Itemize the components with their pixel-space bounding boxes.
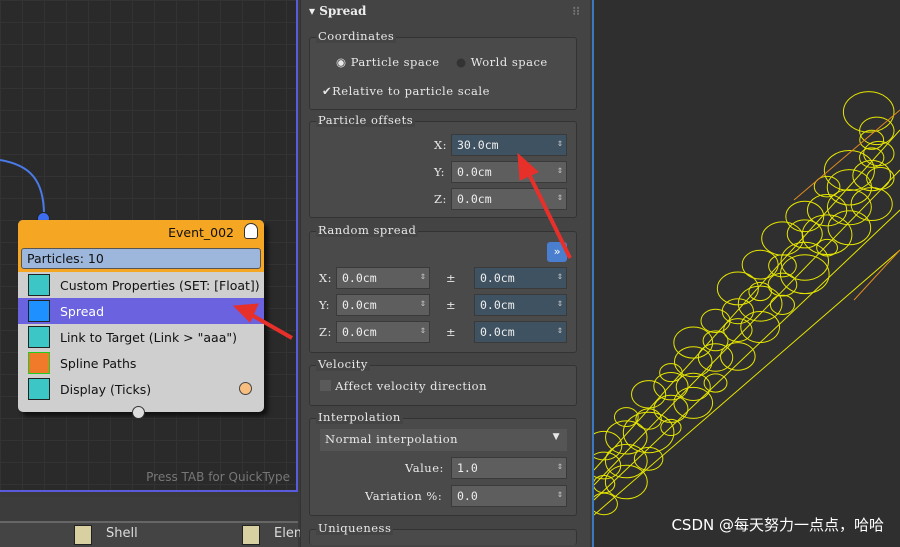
spline-loop <box>716 271 759 306</box>
display-icon <box>28 378 50 400</box>
spline-loop <box>673 326 714 359</box>
operator-label: Custom Properties (SET: [Float]) <box>60 277 260 293</box>
z-label: Z: <box>434 192 447 206</box>
spline-path <box>594 209 900 501</box>
spline-loop <box>604 464 648 500</box>
spline-loop <box>673 386 714 419</box>
spline-loop <box>761 221 804 256</box>
group-label: Random spread <box>316 223 419 237</box>
spline-path <box>594 169 900 486</box>
element-icon <box>242 525 260 545</box>
bottom-port[interactable] <box>132 406 145 419</box>
particle-spline-wireframe <box>594 91 900 516</box>
event-title: Event_002 <box>168 225 234 240</box>
random-spread-group: Random spread » X: 0.0cm ± 0.0cm Y: 0.0c… <box>309 223 577 353</box>
random-y-range-spinner[interactable]: 0.0cm <box>474 294 567 316</box>
operator-link-to-target[interactable]: Link to Target (Link > "aaa") <box>18 324 264 350</box>
radio-particle-space[interactable]: ◉ Particle space <box>336 55 440 69</box>
spline-loop <box>703 373 728 393</box>
checkbox-relative-scale[interactable]: ✔Relative to particle scale <box>322 84 490 98</box>
spline-loop <box>740 310 781 344</box>
operator-label: Spline Paths <box>60 355 137 371</box>
viewport[interactable]: CSDN @每天努力一点点，哈哈 <box>592 0 900 547</box>
rollout-spread[interactable]: ▾ Spread ⁝⁝ <box>309 4 580 18</box>
z-label: Z: <box>319 325 332 339</box>
properties-panel: ▾ Spread ⁝⁝ Coordinates ◉ Particle space … <box>300 0 590 547</box>
interpolation-dropdown[interactable]: Normal interpolation ▼ <box>320 429 567 451</box>
event-node[interactable]: Event_002 Particles: 10 Custom Propertie… <box>18 220 264 412</box>
x-label: X: <box>434 138 448 152</box>
group-label: Coordinates <box>316 29 397 43</box>
spline-loop <box>720 342 756 371</box>
checkbox-affect-velocity[interactable]: Affect velocity direction <box>320 379 487 393</box>
value-label: Value: <box>405 461 444 475</box>
spline-loop <box>741 249 779 280</box>
random-x-spinner[interactable]: 0.0cm <box>336 267 430 289</box>
uniqueness-group: Uniqueness <box>309 521 577 545</box>
plus-minus-label: ± <box>446 298 457 312</box>
operator-custom-properties[interactable]: Custom Properties (SET: [Float]) <box>18 272 264 298</box>
particle-flow-graph[interactable]: Event_002 Particles: 10 Custom Propertie… <box>0 0 298 492</box>
interpolation-group: Interpolation Normal interpolation ▼ Valu… <box>309 410 577 516</box>
custom-properties-icon <box>28 274 50 296</box>
lock-icon <box>28 326 50 348</box>
spline-loop <box>827 210 872 246</box>
output-port[interactable] <box>239 382 252 395</box>
value-spinner[interactable]: 1.0 <box>451 457 567 479</box>
variation-label: Variation %: <box>365 489 443 503</box>
offset-z-spinner[interactable]: 0.0cm <box>451 188 567 210</box>
spline-loop <box>842 91 895 133</box>
random-x-range-spinner[interactable]: 0.0cm <box>474 267 567 289</box>
particle-count: Particles: 10 <box>21 248 261 269</box>
quicktype-hint: Press TAB for QuickType <box>146 470 290 484</box>
y-label: Y: <box>319 298 331 312</box>
spline-icon <box>28 352 50 374</box>
random-z-range-spinner[interactable]: 0.0cm <box>474 321 567 343</box>
spline-loop <box>823 149 875 191</box>
group-label: Velocity <box>316 357 370 371</box>
rollout-title: Spread <box>319 4 367 18</box>
spline-loop <box>653 394 689 423</box>
offset-y-spinner[interactable]: 0.0cm <box>451 161 567 183</box>
shell-icon <box>74 525 92 545</box>
spline-loop <box>806 193 848 227</box>
group-label: Particle offsets <box>316 113 416 127</box>
particle-offsets-group: Particle offsets X: 30.0cm Y: 0.0cm Z: 0… <box>309 113 577 218</box>
operator-display[interactable]: Display (Ticks) <box>18 376 264 402</box>
plus-minus-label: ± <box>446 325 457 339</box>
shell-item[interactable]: Shell <box>106 526 138 541</box>
coordinates-group: Coordinates ◉ Particle space ● World spa… <box>309 29 577 110</box>
plus-minus-label: ± <box>446 271 457 285</box>
watermark: CSDN @每天努力一点点，哈哈 <box>671 516 884 534</box>
random-y-spinner[interactable]: 0.0cm <box>336 294 430 316</box>
offset-x-spinner[interactable]: 30.0cm <box>451 134 567 156</box>
radio-world-space[interactable]: ● World space <box>456 55 548 69</box>
spline-loop <box>723 318 753 342</box>
spline-loop <box>801 214 853 256</box>
spline-loop <box>826 169 873 206</box>
spline-loop <box>622 411 675 454</box>
variation-spinner[interactable]: 0.0 <box>451 485 567 507</box>
spline-loop <box>673 346 713 378</box>
spread-icon <box>28 300 50 322</box>
x-label: X: <box>319 271 333 285</box>
operator-spread[interactable]: Spread <box>18 298 264 324</box>
velocity-group: Velocity Affect velocity direction <box>309 357 577 406</box>
group-label: Uniqueness <box>316 521 394 535</box>
random-z-spinner[interactable]: 0.0cm <box>336 321 430 343</box>
expand-button[interactable]: » <box>547 242 567 262</box>
bottom-toolbar: Shell Elem <box>0 497 307 547</box>
operator-label: Spread <box>60 303 105 319</box>
spline-loop <box>700 308 731 334</box>
spline-loop <box>631 380 667 409</box>
operator-label: Display (Ticks) <box>60 381 152 397</box>
operator-spline-paths[interactable]: Spline Paths <box>18 350 264 376</box>
y-label: Y: <box>434 165 446 179</box>
operator-label: Link to Target (Link > "aaa") <box>60 329 237 345</box>
lightbulb-icon[interactable] <box>244 223 258 239</box>
group-label: Interpolation <box>316 410 403 424</box>
